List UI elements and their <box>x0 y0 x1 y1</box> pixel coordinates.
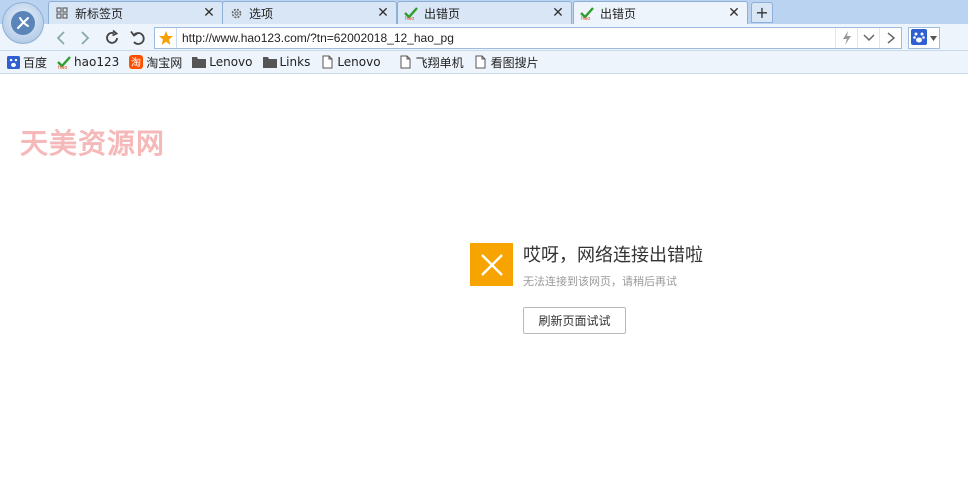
refresh-icon <box>106 29 119 44</box>
svg-text:hao: hao <box>405 16 414 20</box>
back-button[interactable] <box>50 27 72 49</box>
hao-check-icon: hao <box>580 6 594 20</box>
forward-button[interactable] <box>74 27 96 49</box>
close-icon[interactable]: ✕ <box>551 5 565 21</box>
bookmark-folder-lenovo[interactable]: Lenovo <box>192 52 253 72</box>
bookmarks-bar: 百度 hao hao123 淘 淘宝网 Lenovo Links Lenovo <box>0 51 968 74</box>
svg-text:hao: hao <box>58 65 67 69</box>
error-subtitle: 无法连接到该网页，请稍后再试 <box>523 275 677 288</box>
svg-text:hao: hao <box>581 16 590 20</box>
undo-button[interactable] <box>127 27 149 49</box>
grid-icon <box>55 6 69 20</box>
undo-icon <box>130 30 145 45</box>
plus-icon: + <box>755 3 769 22</box>
page-icon <box>399 55 413 69</box>
close-icon[interactable]: ✕ <box>202 5 216 21</box>
bookmark-baidu[interactable]: 百度 <box>6 52 47 72</box>
refresh-button[interactable] <box>101 27 123 49</box>
address-bar[interactable]: http://www.hao123.com/?tn=62002018_12_ha… <box>154 27 902 49</box>
bookmark-label: 看图搜片 <box>490 55 539 70</box>
bookmark-label: Lenovo <box>209 55 253 69</box>
tab-label: 选项 <box>249 6 274 21</box>
tab-options[interactable]: 选项 ✕ <box>222 1 397 24</box>
chevron-right-icon <box>81 31 90 45</box>
bookmark-page-kantu[interactable]: 看图搜片 <box>474 52 539 72</box>
hao-check-icon: hao <box>57 55 71 69</box>
page-icon <box>474 55 488 69</box>
page-icon <box>320 55 334 69</box>
bookmark-label: hao123 <box>74 55 120 69</box>
chevron-down-icon[interactable] <box>857 28 879 48</box>
go-arrow-icon[interactable] <box>879 28 901 48</box>
close-icon[interactable]: ✕ <box>727 5 741 21</box>
svg-text:淘: 淘 <box>131 56 141 69</box>
nav-bar: http://www.hao123.com/?tn=62002018_12_ha… <box>0 24 968 51</box>
bookmark-label: 飞翔单机 <box>415 55 464 70</box>
error-x-icon <box>470 243 513 286</box>
taobao-icon: 淘 <box>129 55 144 69</box>
bookmark-page-feixiang[interactable]: 飞翔单机 <box>399 52 464 72</box>
bookmark-label: 淘宝网 <box>146 55 183 70</box>
watermark-text: 天美资源网 <box>20 127 166 160</box>
hao-check-icon: hao <box>404 6 418 20</box>
tab-label: 新标签页 <box>75 6 124 21</box>
bookmark-taobao[interactable]: 淘 淘宝网 <box>129 52 182 72</box>
bookmark-label: Lenovo <box>337 55 381 69</box>
bookmark-label: 百度 <box>23 55 48 70</box>
chevron-left-icon <box>56 31 65 45</box>
tab-error-page[interactable]: hao 出错页 ✕ <box>397 1 572 24</box>
bookmark-label: Links <box>279 55 311 69</box>
search-engine-button[interactable] <box>908 27 940 49</box>
tab-label: 出错页 <box>600 6 637 21</box>
refresh-page-button[interactable]: 刷新页面试试 <box>523 307 626 334</box>
tab-label: 出错页 <box>424 6 461 21</box>
bookmark-folder-links[interactable]: Links <box>262 52 311 72</box>
gear-icon <box>229 6 243 20</box>
tab-new-tab[interactable]: 新标签页 ✕ <box>48 1 223 24</box>
folder-icon <box>262 55 277 69</box>
close-icon[interactable]: ✕ <box>376 5 390 21</box>
tab-error-page-active[interactable]: hao 出错页 ✕ <box>573 1 748 24</box>
bookmark-page-lenovo[interactable]: Lenovo <box>320 52 381 72</box>
browser-logo-icon[interactable] <box>2 2 44 44</box>
folder-icon <box>192 55 207 69</box>
star-icon[interactable] <box>155 28 177 48</box>
caret-down-icon <box>930 35 937 41</box>
error-title: 哎呀，网络连接出错啦 <box>523 245 703 266</box>
tab-strip: 新标签页 ✕ 选项 ✕ hao 出错页 ✕ hao 出错页 ✕ + <box>0 0 968 44</box>
bookmark-hao123[interactable]: hao hao123 <box>57 52 119 72</box>
baidu-paw-icon <box>911 28 927 48</box>
lightning-icon[interactable] <box>835 28 857 48</box>
new-tab-button[interactable]: + <box>751 2 773 23</box>
url-text[interactable]: http://www.hao123.com/?tn=62002018_12_ha… <box>177 31 835 45</box>
baidu-paw-icon <box>6 55 20 69</box>
